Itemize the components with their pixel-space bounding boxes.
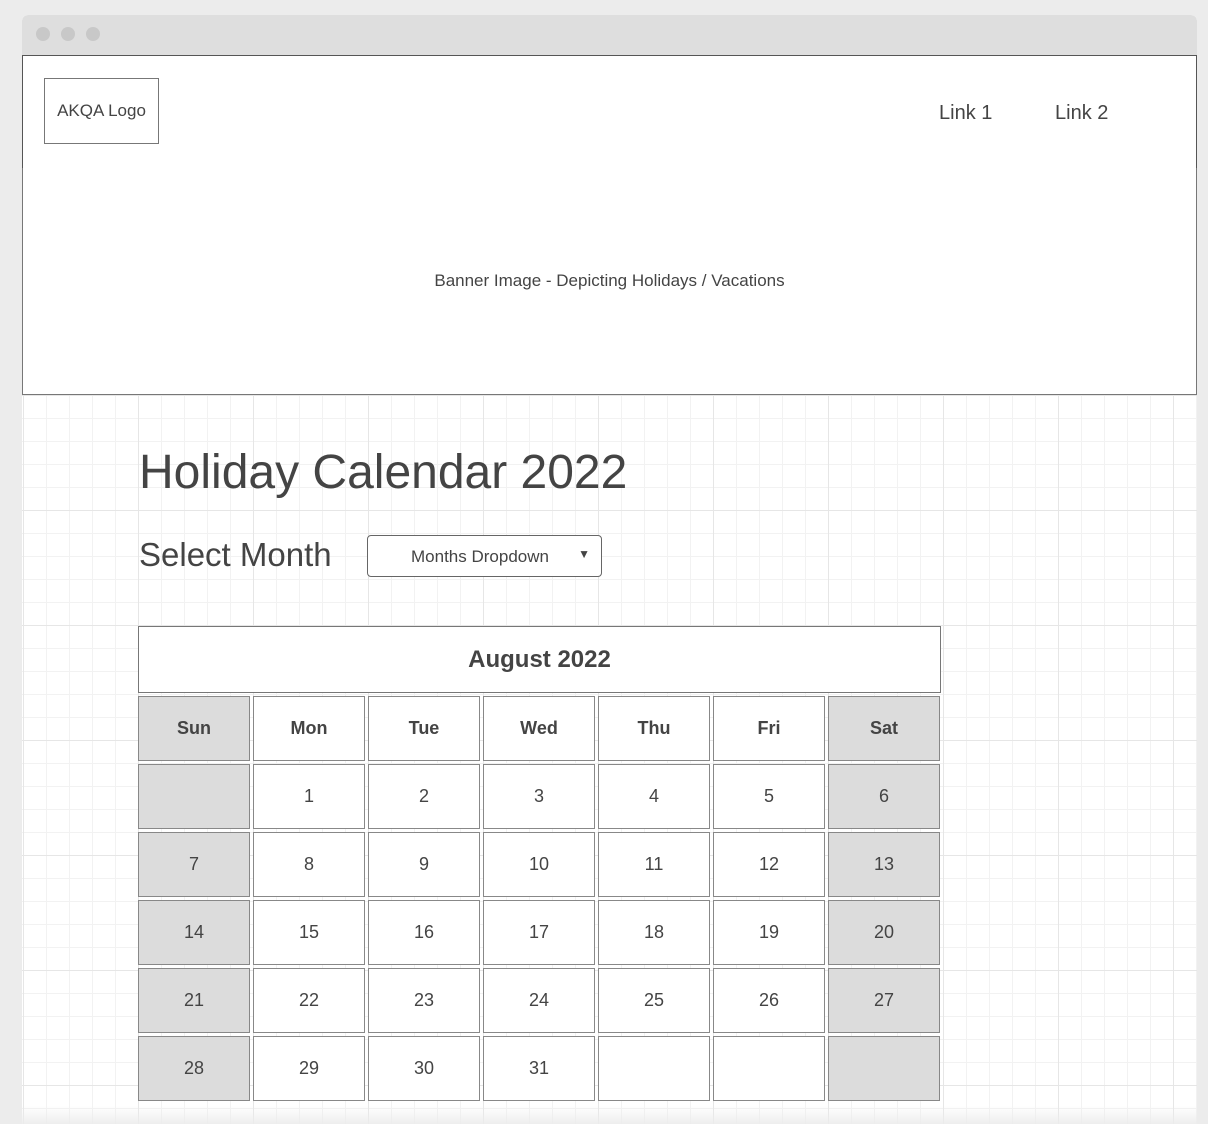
calendar-week-row: 21 22 23 24 25 26 27 xyxy=(138,968,941,1033)
calendar-day-cell[interactable]: 25 xyxy=(598,968,710,1033)
calendar-empty-cell xyxy=(713,1036,825,1101)
calendar-day-name: Fri xyxy=(713,696,825,761)
calendar-day-cell[interactable]: 24 xyxy=(483,968,595,1033)
banner-image: Banner Image - Depicting Holidays / Vaca… xyxy=(22,168,1197,395)
page-title: Holiday Calendar 2022 xyxy=(139,446,628,499)
calendar-day-cell[interactable]: 4 xyxy=(598,764,710,829)
calendar-day-cell[interactable]: 5 xyxy=(713,764,825,829)
calendar-week-row: 14 15 16 17 18 19 20 xyxy=(138,900,941,965)
window-titlebar xyxy=(22,15,1197,55)
calendar-day-cell[interactable]: 30 xyxy=(368,1036,480,1101)
calendar-day-cell[interactable]: 7 xyxy=(138,832,250,897)
calendar-day-name: Tue xyxy=(368,696,480,761)
bottom-fade xyxy=(22,1106,1197,1124)
nav-link-2[interactable]: Link 2 xyxy=(1055,102,1108,125)
nav-link-1[interactable]: Link 1 xyxy=(939,102,992,125)
window-close-dot-icon[interactable] xyxy=(36,27,50,41)
banner-text: Banner Image - Depicting Holidays / Vaca… xyxy=(434,271,785,290)
caret-down-icon: ▼ xyxy=(578,547,590,561)
site-header: AKQA Logo Link 1 Link 2 xyxy=(22,55,1197,169)
calendar-day-cell[interactable]: 17 xyxy=(483,900,595,965)
calendar-empty-cell xyxy=(598,1036,710,1101)
calendar-day-cell[interactable]: 20 xyxy=(828,900,940,965)
calendar-day-cell[interactable]: 31 xyxy=(483,1036,595,1101)
months-dropdown[interactable]: Months Dropdown ▼ xyxy=(367,535,602,577)
main-content: Holiday Calendar 2022 Select Month Month… xyxy=(22,395,1197,1124)
calendar-month-title: August 2022 xyxy=(138,626,941,693)
calendar: August 2022 Sun Mon Tue Wed Thu Fri Sat 1 2 3 4 5 6 7… xyxy=(138,626,941,1101)
calendar-day-cell[interactable]: 21 xyxy=(138,968,250,1033)
calendar-day-names-row: Sun Mon Tue Wed Thu Fri Sat xyxy=(138,696,941,761)
calendar-day-cell[interactable]: 9 xyxy=(368,832,480,897)
calendar-day-cell[interactable]: 29 xyxy=(253,1036,365,1101)
calendar-day-name: Sun xyxy=(138,696,250,761)
calendar-day-cell[interactable]: 18 xyxy=(598,900,710,965)
dropdown-value: Months Dropdown xyxy=(411,547,549,566)
calendar-week-row: 123456 xyxy=(138,764,941,829)
calendar-day-cell[interactable]: 15 xyxy=(253,900,365,965)
window-minimize-dot-icon[interactable] xyxy=(61,27,75,41)
calendar-day-cell[interactable]: 2 xyxy=(368,764,480,829)
calendar-day-cell[interactable]: 12 xyxy=(713,832,825,897)
calendar-day-cell[interactable]: 26 xyxy=(713,968,825,1033)
calendar-day-cell[interactable]: 14 xyxy=(138,900,250,965)
logo[interactable]: AKQA Logo xyxy=(44,78,159,144)
calendar-day-name: Thu xyxy=(598,696,710,761)
calendar-empty-cell xyxy=(138,764,250,829)
calendar-day-cell[interactable]: 6 xyxy=(828,764,940,829)
calendar-week-row: 28 29 30 31 xyxy=(138,1036,941,1101)
calendar-day-cell[interactable]: 13 xyxy=(828,832,940,897)
calendar-day-cell[interactable]: 23 xyxy=(368,968,480,1033)
calendar-grid: Sun Mon Tue Wed Thu Fri Sat 1 2 3 4 5 6 7 8 9 10 11 12 13 14… xyxy=(138,696,941,1101)
calendar-day-cell[interactable]: 11 xyxy=(598,832,710,897)
calendar-day-cell[interactable]: 3 xyxy=(483,764,595,829)
calendar-day-cell[interactable]: 1 xyxy=(253,764,365,829)
calendar-day-cell[interactable]: 16 xyxy=(368,900,480,965)
calendar-day-cell[interactable]: 8 xyxy=(253,832,365,897)
calendar-week-row: 7 8 9 10 11 12 13 xyxy=(138,832,941,897)
calendar-day-cell[interactable]: 27 xyxy=(828,968,940,1033)
calendar-day-cell[interactable]: 22 xyxy=(253,968,365,1033)
calendar-empty-cell xyxy=(828,1036,940,1101)
calendar-day-cell[interactable]: 28 xyxy=(138,1036,250,1101)
calendar-day-name: Wed xyxy=(483,696,595,761)
select-month-label: Select Month xyxy=(139,536,332,573)
browser-window: AKQA Logo Link 1 Link 2 Banner Image - D… xyxy=(22,15,1197,1124)
calendar-day-cell[interactable]: 10 xyxy=(483,832,595,897)
calendar-day-name: Sat xyxy=(828,696,940,761)
calendar-day-cell[interactable]: 19 xyxy=(713,900,825,965)
calendar-day-name: Mon xyxy=(253,696,365,761)
window-maximize-dot-icon[interactable] xyxy=(86,27,100,41)
